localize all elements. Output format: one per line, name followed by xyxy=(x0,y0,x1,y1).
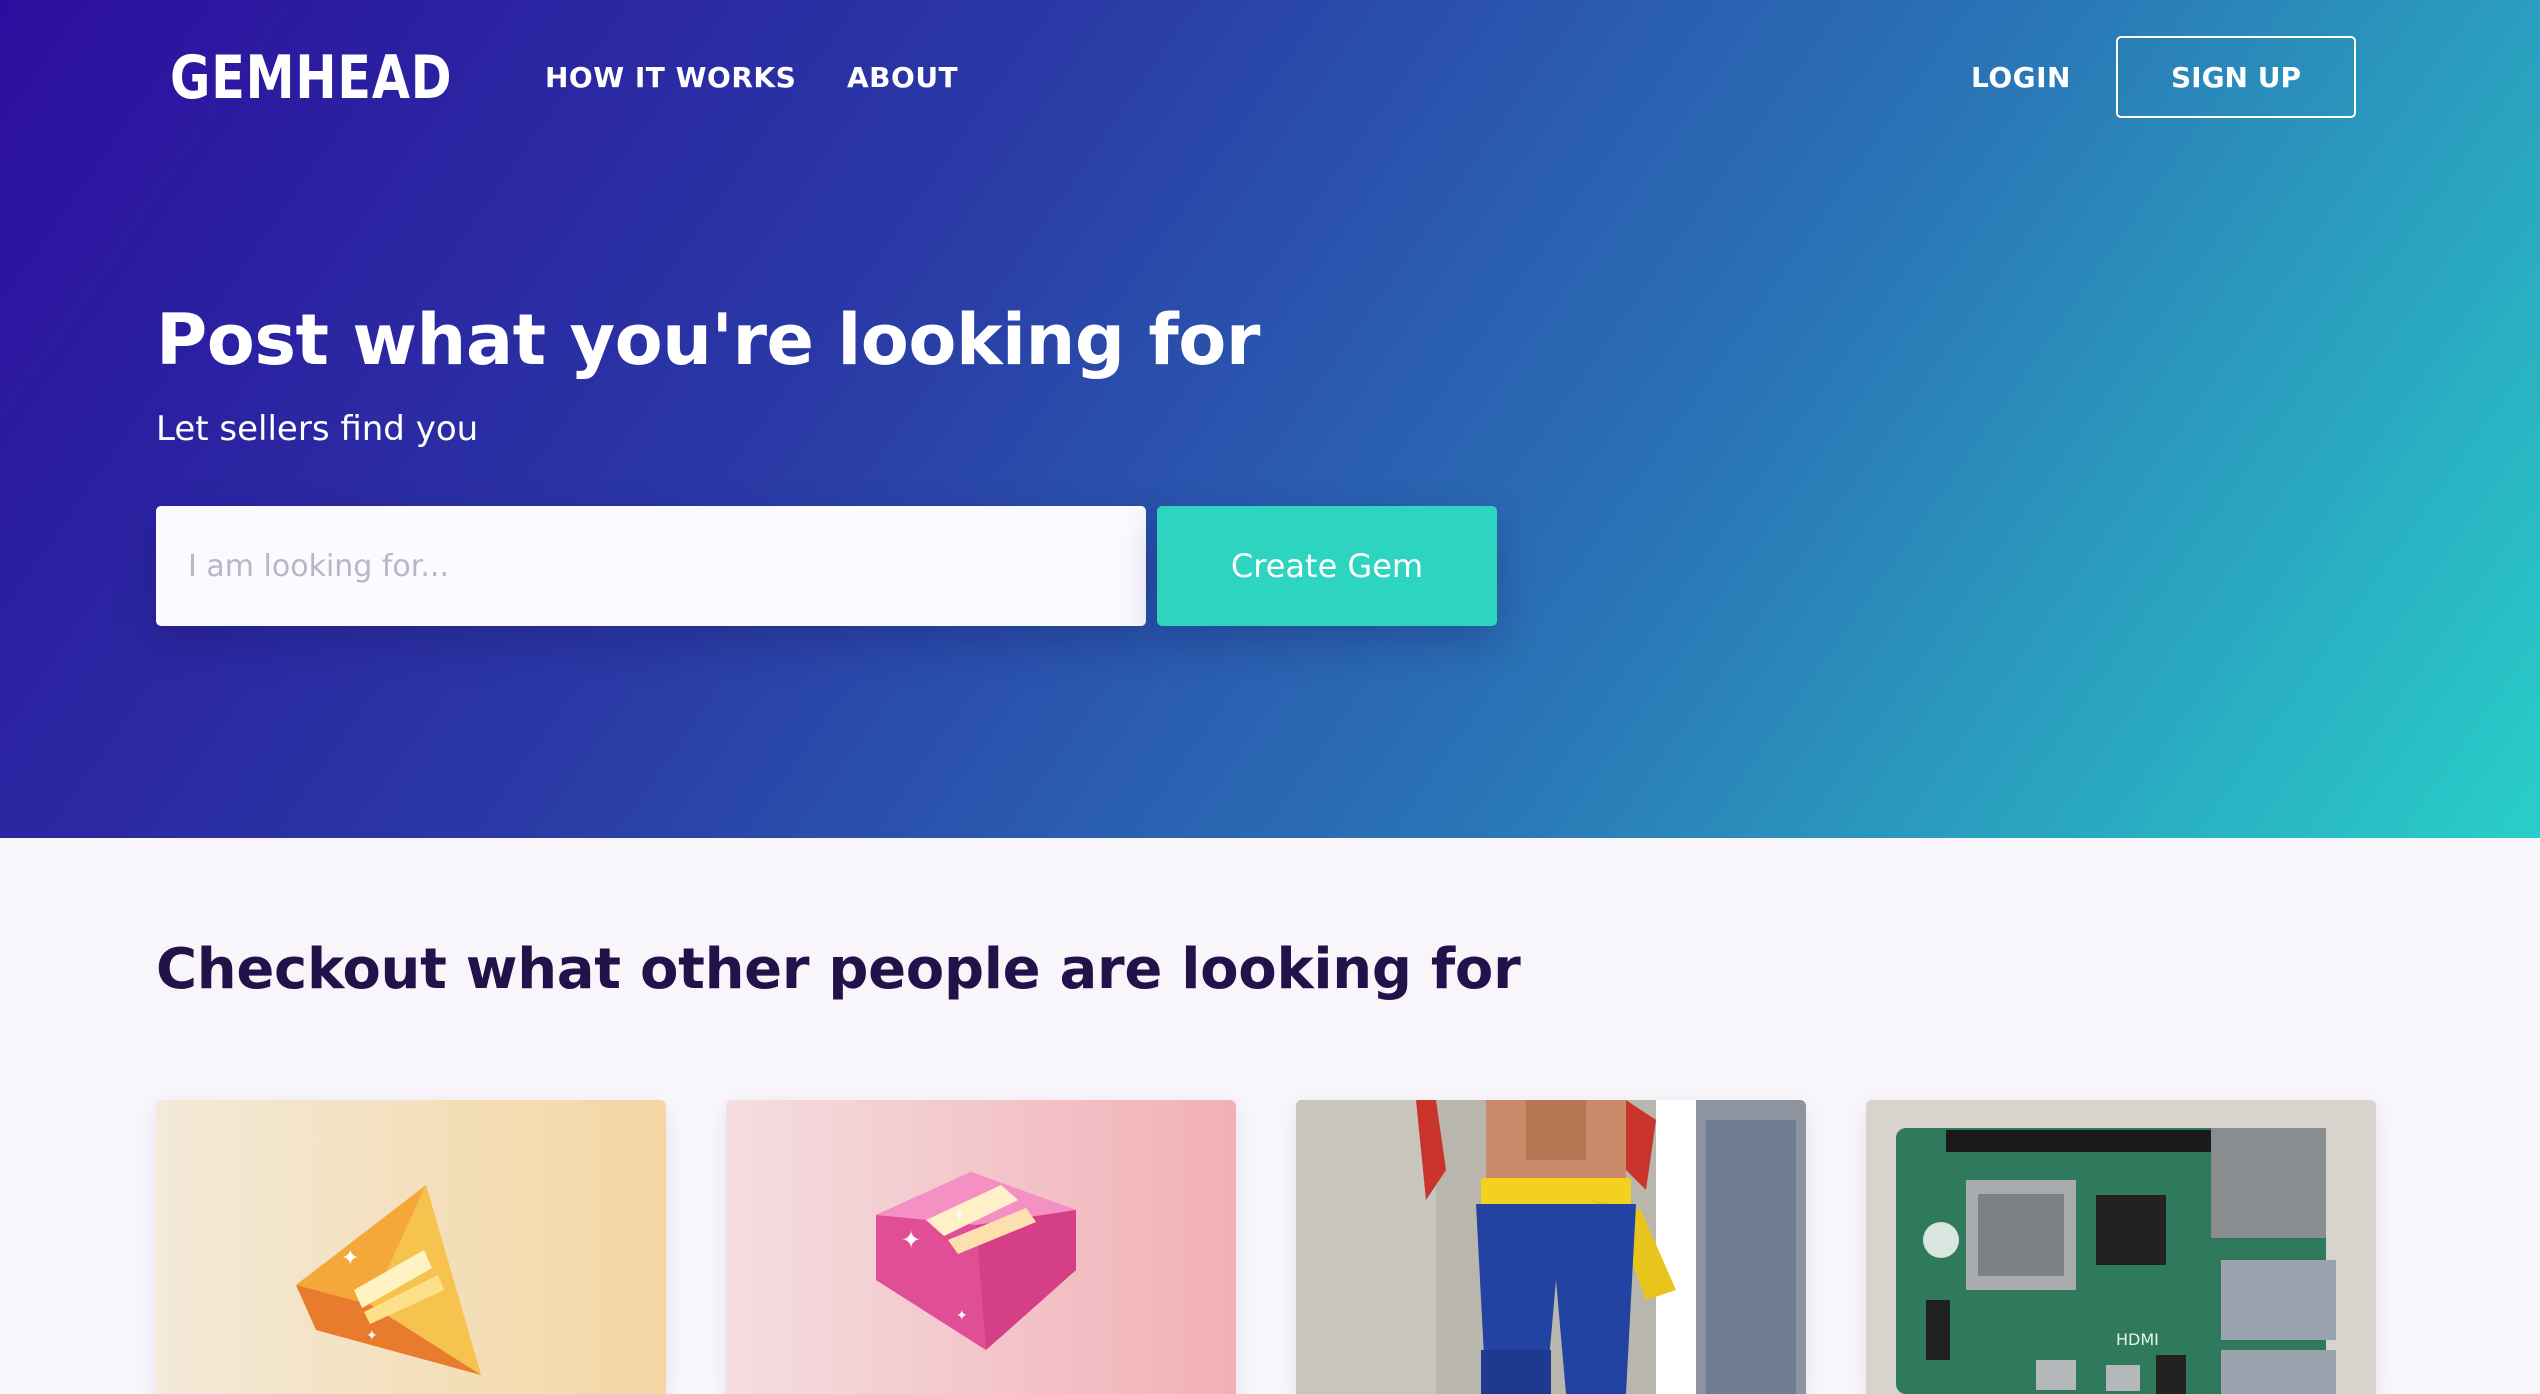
listing-card[interactable]: HDMI xyxy=(1866,1100,2376,1394)
orange-gem-illustration: ✦ ✦ xyxy=(156,1100,666,1394)
hero-subtitle: Let sellers find you xyxy=(156,409,479,449)
login-link[interactable]: LOGIN xyxy=(1971,58,2071,98)
svg-text:✦: ✦ xyxy=(341,1246,359,1271)
listing-card[interactable]: ✦ ✦ ✦ xyxy=(726,1100,1236,1394)
hero-section: ✦ ✦ GEMHEAD HOW IT WORKS ABOUT LOGIN SIG… xyxy=(0,0,2540,838)
listing-card[interactable] xyxy=(1296,1100,1806,1394)
listing-card[interactable]: ✦ ✦ xyxy=(156,1100,666,1394)
nav-how-it-works[interactable]: HOW IT WORKS xyxy=(545,58,796,98)
nav-about[interactable]: ABOUT xyxy=(847,58,958,98)
svg-text:✦: ✦ xyxy=(366,1328,378,1344)
svg-text:HDMI: HDMI xyxy=(2116,1330,2159,1349)
create-gem-button[interactable]: Create Gem xyxy=(1157,506,1497,626)
anime-figure-photo xyxy=(1296,1100,1806,1394)
svg-text:✦: ✦ xyxy=(901,1226,921,1254)
hero-title: Post what you're looking for xyxy=(156,299,1260,381)
brand-name: GEMHEAD xyxy=(170,43,453,113)
raspberry-pi-board-photo: HDMI xyxy=(1866,1100,2376,1394)
section-title: Checkout what other people are looking f… xyxy=(156,937,1521,1002)
svg-text:✦: ✦ xyxy=(956,1308,968,1324)
sign-up-button[interactable]: SIGN UP xyxy=(2116,36,2356,118)
brand-logo[interactable]: ✦ ✦ GEMHEAD xyxy=(156,35,476,121)
pink-gem-illustration: ✦ ✦ ✦ xyxy=(726,1100,1236,1394)
search-input[interactable] xyxy=(156,506,1146,626)
svg-text:✦: ✦ xyxy=(954,1208,966,1224)
